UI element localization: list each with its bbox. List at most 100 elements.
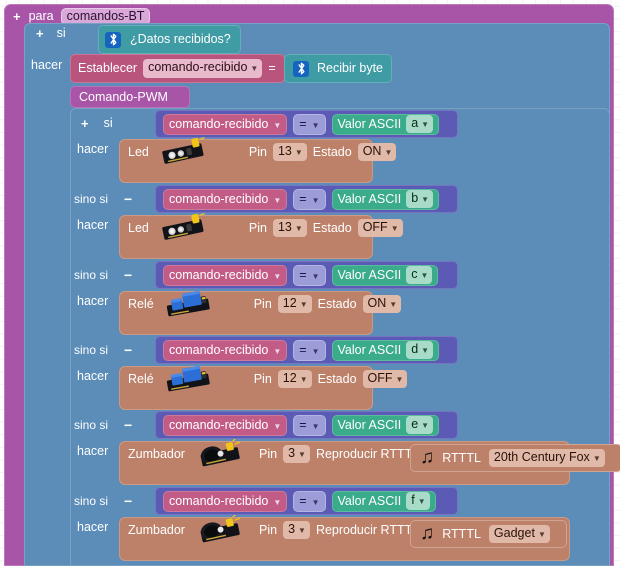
call-procedure-label: Comando-PWM [79,89,168,104]
ascii-value-block[interactable]: Valor ASCII f ▼ [331,490,436,512]
inner-elseif-collapse-icon[interactable]: − [124,418,132,432]
pin-label: Pin [253,296,272,311]
rtttl-label: RTTTL [442,526,481,541]
inner-elseif-collapse-icon[interactable]: − [124,268,132,282]
relay-module-icon [164,289,212,319]
state-label: Estado [312,144,352,159]
state-dropdown[interactable]: OFF ▼ [362,369,408,389]
bluetooth-icon [293,60,309,77]
inner-do-row: hacer [77,295,108,308]
ascii-char-dropdown[interactable]: e ▼ [406,415,434,435]
state-value: OFF [367,370,393,385]
inner-elseif-row[interactable]: sino si − [74,192,132,206]
music-note-icon: ♫ [420,522,435,544]
inner-elseif-row[interactable]: sino si − [74,268,132,282]
procedure-name-field[interactable]: comandos-BT [60,7,151,25]
rtttl-song-block[interactable]: ♫ RTTTL Gadget ▼ [410,520,567,548]
set-variable-dropdown[interactable]: comando-recibido ▼ [143,59,263,78]
state-label: Estado [312,220,352,235]
state-dropdown[interactable]: ON ▼ [357,142,397,162]
ascii-char-dropdown[interactable]: c ▼ [406,265,433,285]
inner-elseif-row[interactable]: sino si − [74,494,132,508]
state-dropdown[interactable]: OFF ▼ [357,218,403,238]
ascii-label: Valor ASCII [337,418,402,432]
rtttl-song-dropdown[interactable]: Gadget ▼ [488,524,550,544]
inner-elseif-label: sino si [74,418,109,432]
expand-icon[interactable]: + [13,10,21,23]
chevron-down-icon: ▼ [273,195,282,205]
set-operator-label: = [268,61,276,76]
device-action-block[interactable]: Led Pin 13 ▼ Estado OFF ▼ [119,206,403,259]
device-action-block[interactable]: Relé Pin 12 ▼ Estado OFF ▼ [119,365,408,410]
variable-get-block[interactable]: comando-recibido ▼ [163,339,288,361]
ascii-value-block[interactable]: Valor ASCII b ▼ [331,188,440,210]
variable-get-block[interactable]: comando-recibido ▼ [163,490,288,512]
rtttl-song-value: Gadget [493,525,535,540]
variable-get-block[interactable]: comando-recibido ▼ [163,414,288,436]
inner-if-row[interactable]: + si [81,117,113,130]
led-module-icon [159,206,207,243]
operator-dropdown[interactable]: = ▼ [293,339,326,361]
operator-label: = [299,192,307,206]
operator-dropdown[interactable]: = ▼ [293,414,326,436]
inner-do-label: hacer [77,444,109,458]
ascii-value-block[interactable]: Valor ASCII e ▼ [331,414,440,436]
ascii-value-block[interactable]: Valor ASCII a ▼ [331,113,440,135]
chevron-down-icon: ▼ [311,120,320,130]
outer-if-row[interactable]: + si [36,27,66,40]
pin-dropdown[interactable]: 3 ▼ [283,520,310,540]
variable-get-block[interactable]: comando-recibido ▼ [163,264,288,286]
device-action-block[interactable]: Led Pin 13 ▼ Estado ON ▼ [119,130,397,183]
operator-dropdown[interactable]: = ▼ [293,113,326,135]
ascii-char-dropdown[interactable]: b ▼ [406,189,434,209]
operator-dropdown[interactable]: = ▼ [293,490,326,512]
chevron-down-icon: ▼ [390,223,399,233]
ascii-value-block[interactable]: Valor ASCII c ▼ [331,264,439,286]
chevron-down-icon: ▼ [311,421,320,431]
rtttl-song-block[interactable]: ♫ RTTTL 20th Century Fox ▼ [410,444,620,472]
pin-dropdown[interactable]: 12 ▼ [277,294,312,314]
inner-if-expand-icon[interactable]: + [81,117,89,130]
rtttl-song-dropdown[interactable]: 20th Century Fox ▼ [488,448,605,468]
bluetooth-data-available-block[interactable]: ¿Datos recibidos? [98,25,241,54]
ascii-label: Valor ASCII [337,494,402,508]
pin-dropdown[interactable]: 13 ▼ [272,142,307,162]
ascii-value-block[interactable]: Valor ASCII d ▼ [331,339,440,361]
outer-if-expand-icon[interactable]: + [36,27,44,40]
call-procedure-block[interactable]: Comando-PWM [70,86,190,108]
pin-dropdown[interactable]: 3 ▼ [283,444,310,464]
device-action-block[interactable]: Relé Pin 12 ▼ Estado ON ▼ [119,289,402,335]
pin-dropdown[interactable]: 12 ▼ [277,369,312,389]
ascii-char-dropdown[interactable]: d ▼ [406,340,434,360]
operator-dropdown[interactable]: = ▼ [293,188,326,210]
comparison-block[interactable]: comando-recibido ▼ = ▼ Valor ASCII b ▼ [155,185,458,213]
chevron-down-icon: ▼ [421,119,430,129]
pin-value: 13 [277,143,292,158]
ascii-char-dropdown[interactable]: f ▼ [406,491,430,511]
blockly-canvas[interactable]: + para comandos-BT + si ¿Datos recibidos… [0,0,620,566]
inner-elseif-row[interactable]: sino si − [74,418,132,432]
comparison-block[interactable]: comando-recibido ▼ = ▼ Valor ASCII c ▼ [155,261,458,289]
ascii-char-dropdown[interactable]: a ▼ [406,114,434,134]
bluetooth-receive-byte-block[interactable]: Recibir byte [284,54,392,83]
comparison-block[interactable]: comando-recibido ▼ = ▼ Valor ASCII a ▼ [155,110,458,138]
inner-do-label: hacer [77,520,109,534]
variable-get-block[interactable]: comando-recibido ▼ [163,113,288,135]
variable-name-label: comando-recibido [169,418,269,432]
operator-dropdown[interactable]: = ▼ [293,264,326,286]
comparison-block[interactable]: comando-recibido ▼ = ▼ Valor ASCII f ▼ [155,487,458,515]
play-rtttl-label: Reproducir RTTTL [315,446,420,461]
comparison-block[interactable]: comando-recibido ▼ = ▼ Valor ASCII e ▼ [155,411,458,439]
variable-name-label: comando-recibido [169,117,269,131]
inner-elseif-collapse-icon[interactable]: − [124,494,132,508]
inner-elseif-collapse-icon[interactable]: − [124,343,132,357]
inner-elseif-row[interactable]: sino si − [74,343,132,357]
variable-get-block[interactable]: comando-recibido ▼ [163,188,288,210]
pin-dropdown[interactable]: 13 ▼ [272,218,307,238]
chevron-down-icon: ▼ [273,346,282,356]
ascii-char-value: f [411,492,415,507]
state-dropdown[interactable]: ON ▼ [362,294,402,314]
comparison-block[interactable]: comando-recibido ▼ = ▼ Valor ASCII d ▼ [155,336,458,364]
inner-elseif-collapse-icon[interactable]: − [124,192,132,206]
set-variable-block[interactable]: Establecer comando-recibido ▼ = [70,54,285,83]
